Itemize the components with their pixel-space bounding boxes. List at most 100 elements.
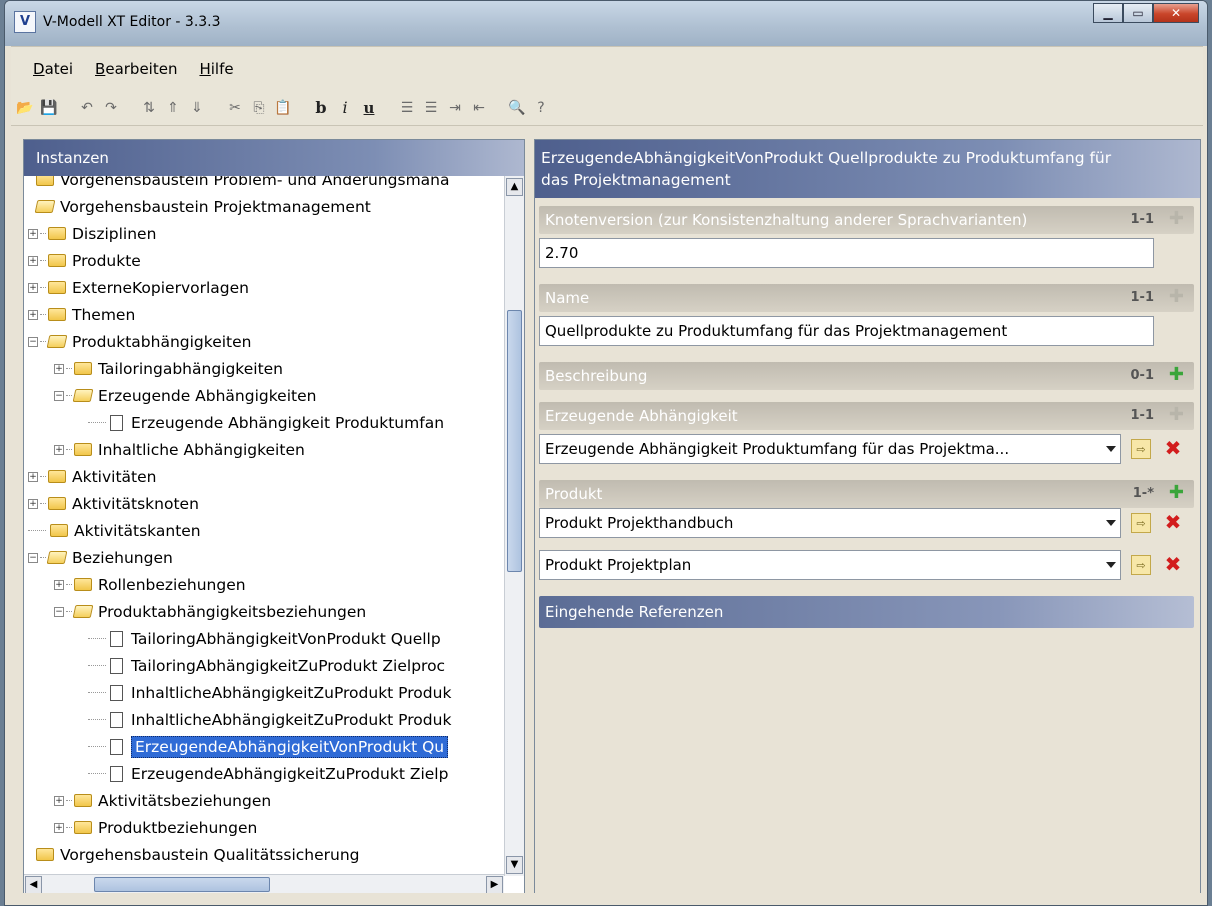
tree-item[interactable]: + Tailoringabhängigkeiten xyxy=(54,355,283,382)
italic-icon[interactable]: i xyxy=(335,98,355,118)
cut-icon[interactable]: ✂ xyxy=(225,98,245,118)
expand-icon[interactable]: + xyxy=(54,363,64,374)
add-beschreibung-icon[interactable]: ✚ xyxy=(1169,364,1184,385)
expand-icon[interactable]: + xyxy=(54,579,64,590)
vertical-scroll-thumb[interactable] xyxy=(507,310,522,572)
tree-item[interactable]: Aktivitätskanten xyxy=(28,517,201,544)
tree-item[interactable]: + Produktbeziehungen xyxy=(54,814,257,841)
tree-item[interactable]: Vorgehensbaustein Qualitätssicherung xyxy=(36,841,360,868)
goto-reference-icon[interactable]: ⇨ xyxy=(1131,513,1151,533)
tree-connector xyxy=(88,746,106,747)
tree-item[interactable]: + Inhaltliche Abhängigkeiten xyxy=(54,436,305,463)
chevron-down-icon[interactable] xyxy=(1106,562,1116,568)
collapse-icon[interactable]: − xyxy=(28,336,38,347)
add-produkt-icon[interactable]: ✚ xyxy=(1169,482,1184,503)
tree-item[interactable]: Erzeugende Abhängigkeit Produktumfan xyxy=(88,409,444,436)
erzeugende-abhaengigkeit-select[interactable]: Erzeugende Abhängigkeit Produktumfang fü… xyxy=(539,434,1121,464)
status-bar xyxy=(5,893,1207,905)
instances-tree[interactable]: Vorgehensbaustein Problem- und Änderungs… xyxy=(24,176,504,876)
sort-icon[interactable]: ⇅ xyxy=(139,98,159,118)
horizontal-scrollbar[interactable]: ◀ ▶ xyxy=(24,874,504,894)
tree-item[interactable]: − Beziehungen xyxy=(28,544,173,571)
expand-icon[interactable]: + xyxy=(28,471,38,482)
expand-icon[interactable]: + xyxy=(28,282,38,293)
tree-item[interactable]: InhaltlicheAbhängigkeitZuProdukt Produk xyxy=(88,679,451,706)
scroll-up-icon[interactable]: ▲ xyxy=(506,178,523,196)
collapse-icon[interactable]: − xyxy=(28,552,38,563)
menu-datei[interactable]: Datei xyxy=(33,60,73,78)
tree-item[interactable]: + Themen xyxy=(28,301,135,328)
collapse-icon[interactable]: − xyxy=(54,606,64,617)
redo-icon[interactable]: ↷ xyxy=(101,98,121,118)
undo-icon[interactable]: ↶ xyxy=(77,98,97,118)
chevron-down-icon[interactable] xyxy=(1106,520,1116,526)
tree-item[interactable]: − Produktabhängigkeitsbeziehungen xyxy=(54,598,366,625)
expand-icon[interactable]: + xyxy=(28,228,38,239)
expand-icon[interactable]: + xyxy=(54,795,64,806)
save-icon[interactable]: 💾 xyxy=(39,98,59,118)
tree-item[interactable]: + ExterneKopiervorlagen xyxy=(28,274,249,301)
bullet-list-icon[interactable]: ☰ xyxy=(421,98,441,118)
tree-item[interactable]: + Aktivitätsbeziehungen xyxy=(54,787,271,814)
scroll-right-icon[interactable]: ▶ xyxy=(486,876,503,894)
underline-icon[interactable]: u xyxy=(359,98,379,118)
bold-icon[interactable]: b xyxy=(311,98,331,118)
section-eingehende-referenzen[interactable]: Eingehende Referenzen xyxy=(539,596,1194,628)
move-down-icon[interactable]: ⇓ xyxy=(187,98,207,118)
collapse-icon[interactable]: − xyxy=(54,390,64,401)
horizontal-scroll-thumb[interactable] xyxy=(94,877,270,892)
indent-icon[interactable]: ⇥ xyxy=(445,98,465,118)
expand-icon[interactable]: + xyxy=(54,822,64,833)
tree-item[interactable]: ErzeugendeAbhängigkeitZuProdukt Zielp xyxy=(88,760,448,787)
tree-item[interactable]: InhaltlicheAbhängigkeitZuProdukt Produk xyxy=(88,706,451,733)
expand-icon[interactable]: + xyxy=(28,498,38,509)
outdent-icon[interactable]: ⇤ xyxy=(469,98,489,118)
vertical-scrollbar[interactable]: ▲ ▼ xyxy=(504,176,524,876)
instances-panel-title: Instanzen xyxy=(24,140,524,176)
tree-item[interactable]: ErzeugendeAbhängigkeitVonProdukt Qu xyxy=(88,733,449,760)
maximize-button[interactable]: ▭ xyxy=(1123,3,1153,23)
delete-icon[interactable]: ✖ xyxy=(1163,436,1183,460)
folder-open-icon xyxy=(72,389,94,402)
expand-icon[interactable]: + xyxy=(28,309,38,320)
title-bar[interactable]: V V-Modell XT Editor - 3.3.3 ▁ ▭ ✕ xyxy=(5,1,1207,46)
expand-icon[interactable]: + xyxy=(28,255,38,266)
expand-icon[interactable]: + xyxy=(54,444,64,455)
paste-icon[interactable]: 📋 xyxy=(273,98,293,118)
goto-reference-icon[interactable]: ⇨ xyxy=(1131,555,1151,575)
knotenversion-field[interactable]: 2.70 xyxy=(539,238,1154,268)
tree-item[interactable]: + Aktivitäten xyxy=(28,463,156,490)
open-icon[interactable]: 📂 xyxy=(15,98,35,118)
tree-item[interactable]: TailoringAbhängigkeitZuProdukt Zielproc xyxy=(88,652,445,679)
tree-item[interactable]: + Produkte xyxy=(28,247,141,274)
numbered-list-icon[interactable]: ☰ xyxy=(397,98,417,118)
tree-item[interactable]: − Erzeugende Abhängigkeiten xyxy=(54,382,316,409)
copy-icon[interactable]: ⎘ xyxy=(249,98,269,118)
tree-item[interactable]: − Produktabhängigkeiten xyxy=(28,328,251,355)
name-field[interactable]: Quellprodukte zu Produktumfang für das P… xyxy=(539,316,1154,346)
tree-item[interactable]: TailoringAbhängigkeitVonProdukt Quellp xyxy=(88,625,441,652)
menu-hilfe[interactable]: Hilfe xyxy=(199,60,233,78)
help-icon[interactable]: ? xyxy=(531,98,551,118)
close-button[interactable]: ✕ xyxy=(1153,3,1199,23)
cardinality-label: 1-1 xyxy=(1130,290,1155,305)
tree-item-label: ErzeugendeAbhängigkeitVonProdukt Qu xyxy=(131,735,449,758)
produkt-select-1[interactable]: Produkt Projekthandbuch xyxy=(539,508,1121,538)
menu-bearbeiten[interactable]: Bearbeiten xyxy=(95,60,177,78)
produkt-select-2[interactable]: Produkt Projektplan xyxy=(539,550,1121,580)
find-icon[interactable]: 🔍 xyxy=(507,98,527,118)
tree-item[interactable]: Vorgehensbaustein Projektmanagement xyxy=(34,193,371,220)
tree-item[interactable]: Vorgehensbaustein Problem- und Änderungs… xyxy=(36,176,449,193)
scroll-left-icon[interactable]: ◀ xyxy=(25,876,42,894)
delete-icon[interactable]: ✖ xyxy=(1163,510,1183,534)
tree-item[interactable]: + Aktivitätsknoten xyxy=(28,490,199,517)
tree-item[interactable]: + Rollenbeziehungen xyxy=(54,571,246,598)
goto-reference-icon[interactable]: ⇨ xyxy=(1131,439,1151,459)
menu-bar: Datei Bearbeiten Hilfe xyxy=(11,46,1203,90)
chevron-down-icon[interactable] xyxy=(1106,446,1116,452)
delete-icon[interactable]: ✖ xyxy=(1163,552,1183,576)
tree-item[interactable]: + Disziplinen xyxy=(28,220,156,247)
minimize-button[interactable]: ▁ xyxy=(1093,3,1123,23)
scroll-down-icon[interactable]: ▼ xyxy=(506,856,523,874)
move-up-icon[interactable]: ⇑ xyxy=(163,98,183,118)
